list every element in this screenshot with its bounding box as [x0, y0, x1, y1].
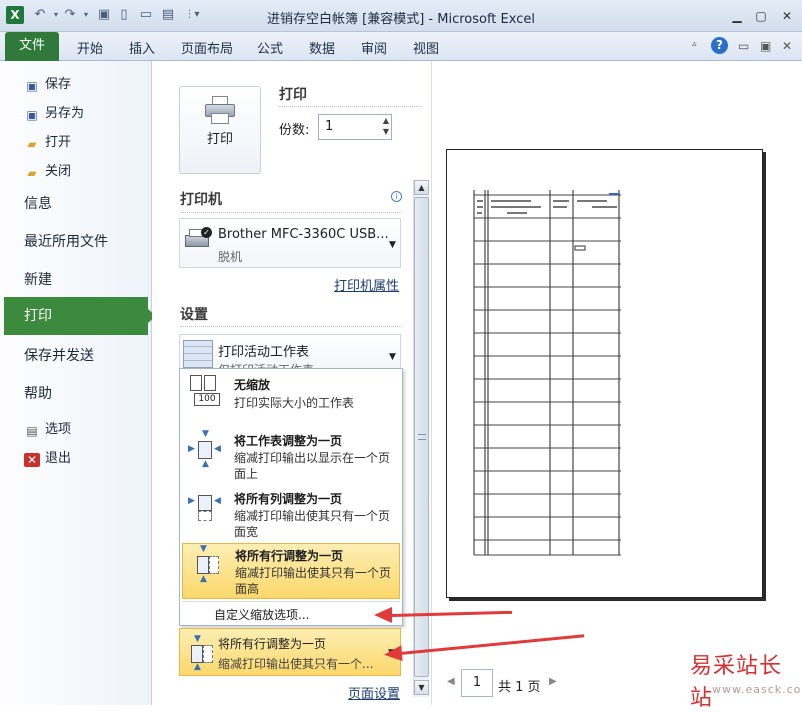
ribbon-tab-bar: 文件 开始 插入 页面布局 公式 数据 审阅 视图 ▵ ▭ ▣ ✕	[0, 32, 802, 61]
fit-columns-icon: ▶ ◀	[188, 491, 221, 523]
scroll-down-icon[interactable]: ▼	[414, 680, 429, 695]
chevron-down-icon: ▼	[389, 352, 396, 362]
scroll-up-icon[interactable]: ▲	[414, 180, 429, 195]
print-what-title: 打印活动工作表	[218, 345, 310, 360]
ribbon-minimize-icon[interactable]: ▵	[692, 39, 697, 49]
no-scaling-icon: 100	[188, 375, 220, 407]
scaling-selected-title: 将所有行调整为一页	[218, 637, 327, 651]
spin-up-icon[interactable]: ▲	[383, 116, 389, 125]
tab-file[interactable]: 文件	[5, 32, 59, 61]
nav-close[interactable]: ▰ 关闭	[24, 160, 71, 180]
tab-insert[interactable]: 插入	[129, 38, 155, 57]
save-icon: ▣	[26, 79, 38, 93]
divider	[182, 601, 400, 602]
doc-restore-icon[interactable]: ▣	[760, 39, 771, 53]
scroll-thumb[interactable]	[414, 197, 429, 677]
nav-save[interactable]: ▣ 保存	[24, 73, 71, 93]
fit-rows-icon: ▼ ▲	[185, 634, 217, 672]
next-page-icon[interactable]: ▶	[549, 676, 557, 687]
print-heading: 打印	[279, 87, 307, 103]
chevron-down-icon: ▼	[389, 240, 396, 250]
printer-icon: ✓	[183, 227, 213, 253]
divider	[180, 212, 402, 213]
custom-scaling-option[interactable]: 自定义缩放选项...	[214, 606, 309, 623]
nav-open[interactable]: ▰ 打开	[24, 131, 71, 151]
nav-help[interactable]: 帮助	[24, 383, 52, 403]
watermark-url: www.easck.com	[712, 683, 802, 696]
menu-item-fit-sheet[interactable]: ▼ ▲ ▶ ◀ 将工作表调整为一页 缩减打印输出以显示在一个页面上	[182, 429, 400, 483]
fit-sheet-icon: ▼ ▲ ▶ ◀	[188, 429, 221, 469]
save-as-icon: ▣	[26, 108, 38, 122]
title-bar: X ↶ ▾ ↷ ▾ ▣ ▯ ▭ ▤ ⋮▾ 进销存空白帐簿 [兼容模式] - Mi…	[0, 0, 802, 32]
worksheet-icon	[183, 340, 213, 368]
annotation-arrow-head	[374, 607, 392, 623]
menu-item-no-scaling[interactable]: 100 无缩放 打印实际大小的工作表	[182, 371, 400, 421]
printer-heading: 打印机	[180, 192, 222, 208]
nav-recent[interactable]: 最近所用文件	[24, 231, 108, 251]
tab-data[interactable]: 数据	[309, 38, 335, 57]
preview-page	[446, 149, 763, 598]
nav-new[interactable]: 新建	[24, 269, 52, 289]
total-pages: 共 1 页	[498, 680, 541, 695]
nav-exit[interactable]: ✕ 退出	[24, 447, 71, 467]
close-folder-icon: ▰	[27, 166, 37, 180]
nav-save-send[interactable]: 保存并发送	[24, 345, 94, 365]
info-icon[interactable]: i	[391, 191, 402, 202]
tab-formulas[interactable]: 公式	[257, 38, 283, 57]
copies-input[interactable]: 1 ▲ ▼	[318, 114, 392, 140]
watermark-name: 易采站长站	[690, 654, 783, 711]
scaling-menu: 100 无缩放 打印实际大小的工作表 ▼ ▲ ▶ ◀ 将工作表调整为一页 缩减打…	[179, 368, 403, 626]
prev-page-icon[interactable]: ◀	[447, 676, 455, 687]
doc-minimize-icon[interactable]: ▭	[738, 39, 749, 53]
tab-review[interactable]: 审阅	[361, 38, 387, 57]
page-setup-link[interactable]: 页面设置	[348, 683, 400, 702]
backstage-nav: ▣ 保存 ▣ 另存为 ▰ 打开 ▰ 关闭 信息 最近所用文件 新建 保存并发送 帮助 ▤…	[0, 61, 152, 705]
open-folder-icon: ▰	[27, 137, 37, 151]
nav-save-as[interactable]: ▣ 另存为	[24, 102, 84, 122]
printer-icon	[205, 96, 235, 124]
settings-scrollbar[interactable]: ▲ ▼	[413, 180, 429, 697]
options-icon: ▤	[26, 424, 38, 438]
menu-item-fit-rows[interactable]: ▼ ▲ 将所有行调整为一页 缩减打印输出使其只有一个页面高	[182, 543, 400, 599]
divider	[180, 326, 402, 327]
window-title: 进销存空白帐簿 [兼容模式] - Microsoft Excel	[267, 12, 535, 27]
close-window-icon[interactable]: ✕	[778, 8, 796, 24]
copies-label: 份数:	[279, 123, 310, 138]
restore-icon[interactable]: ▢	[752, 8, 770, 24]
tab-home[interactable]: 开始	[77, 38, 103, 57]
nav-info[interactable]: 信息	[24, 193, 52, 213]
help-icon[interactable]: ?	[711, 37, 728, 54]
menu-item-fit-columns[interactable]: ▶ ◀ 将所有列调整为一页 缩减打印输出使其只有一个页面宽	[182, 487, 400, 541]
annotation-arrow-head	[383, 645, 403, 663]
print-button[interactable]: 打印	[179, 86, 261, 174]
fit-rows-icon: ▼ ▲	[189, 544, 221, 584]
nav-print[interactable]: 打印	[4, 297, 156, 335]
doc-close-icon[interactable]: ✕	[782, 39, 792, 53]
page-number-input[interactable]: 1	[461, 669, 493, 697]
minimize-icon[interactable]: ▁	[728, 8, 746, 24]
printer-properties-link[interactable]: 打印机属性	[334, 275, 399, 294]
tab-page-layout[interactable]: 页面布局	[181, 38, 233, 57]
spin-down-icon[interactable]: ▼	[383, 127, 389, 136]
nav-options[interactable]: ▤ 选项	[24, 418, 71, 438]
divider	[279, 106, 421, 107]
exit-icon: ✕	[24, 453, 40, 467]
scaling-dropdown[interactable]: ▼ ▲ 将所有行调整为一页 缩减打印输出使其只有一个... ▼	[179, 628, 401, 676]
printer-status: 脱机	[218, 250, 243, 264]
default-check-icon: ✓	[201, 227, 212, 238]
sheet-preview-grid	[473, 190, 621, 556]
scaling-selected-desc: 缩减打印输出使其只有一个...	[218, 657, 374, 671]
printer-name: Brother MFC-3360C USB...	[218, 227, 389, 242]
tab-view[interactable]: 视图	[413, 38, 439, 57]
printer-dropdown[interactable]: ✓ Brother MFC-3360C USB... 脱机 ▼	[179, 218, 401, 268]
settings-heading: 设置	[180, 307, 208, 323]
